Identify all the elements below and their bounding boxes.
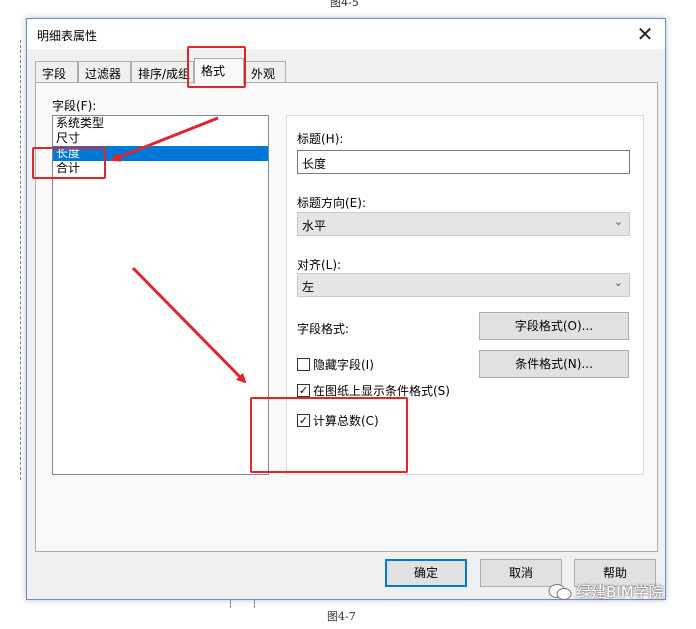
alignment-value: 左	[302, 280, 315, 294]
tab-sorting-grouping[interactable]: 排序/成组	[131, 61, 194, 83]
alignment-label: 对齐(L):	[297, 258, 342, 272]
watermark: 绿建BIM学院	[548, 581, 664, 602]
show-conditional-checkbox[interactable]: ✓	[297, 384, 310, 397]
alignment-select[interactable]: 左 ⌄	[297, 273, 630, 297]
heading-orientation-value: 水平	[302, 219, 327, 233]
field-item-size[interactable]: 尺寸	[53, 131, 268, 146]
heading-label: 标题(H):	[297, 132, 344, 146]
window-title: 明细表属性	[37, 29, 98, 43]
close-button[interactable]: ✕	[625, 19, 665, 49]
heading-orientation-select[interactable]: 水平 ⌄	[297, 212, 630, 236]
annotation-box-length-field	[32, 147, 106, 179]
chevron-down-icon: ⌄	[613, 215, 623, 228]
format-tab-panel: 字段(F): 系统类型 尺寸 长度 合计 标题(H): 长度 标题方向(E): …	[35, 82, 658, 552]
annotation-box-calculate-totals	[250, 397, 408, 473]
hidden-field-label: 隐藏字段(I)	[313, 358, 374, 372]
tab-appearance[interactable]: 外观	[244, 61, 286, 83]
wechat-icon	[548, 583, 572, 600]
tab-fields[interactable]: 字段	[35, 61, 78, 83]
field-item-system-type[interactable]: 系统类型	[53, 116, 268, 131]
field-format-label: 字段格式:	[297, 322, 350, 336]
heading-orientation-label: 标题方向(E):	[297, 196, 366, 210]
fields-label: 字段(F):	[52, 99, 97, 113]
watermark-text: 绿建BIM学院	[576, 583, 664, 601]
conditional-format-button[interactable]: 条件格式(N)...	[479, 350, 629, 378]
tab-formatting[interactable]: 格式	[194, 58, 244, 84]
figure-caption-top: 图4-5	[330, 0, 359, 9]
ok-button[interactable]: 确定	[385, 559, 467, 587]
field-format-button[interactable]: 字段格式(O)...	[479, 312, 629, 340]
figure-caption-bottom: 图4-7	[327, 610, 356, 623]
title-bar: 明细表属性 ✕	[27, 19, 665, 49]
tab-filter[interactable]: 过滤器	[78, 61, 131, 83]
hidden-field-option[interactable]: 隐藏字段(I)	[297, 356, 374, 373]
schedule-properties-dialog: 明细表属性 ✕ 字段 过滤器 排序/成组 格式 外观 字段(F): 系统类型 尺…	[26, 18, 666, 600]
background-dotted-line	[20, 40, 21, 480]
hidden-field-checkbox[interactable]	[297, 358, 310, 371]
heading-input[interactable]: 长度	[297, 150, 630, 174]
chevron-down-icon: ⌄	[613, 276, 623, 289]
